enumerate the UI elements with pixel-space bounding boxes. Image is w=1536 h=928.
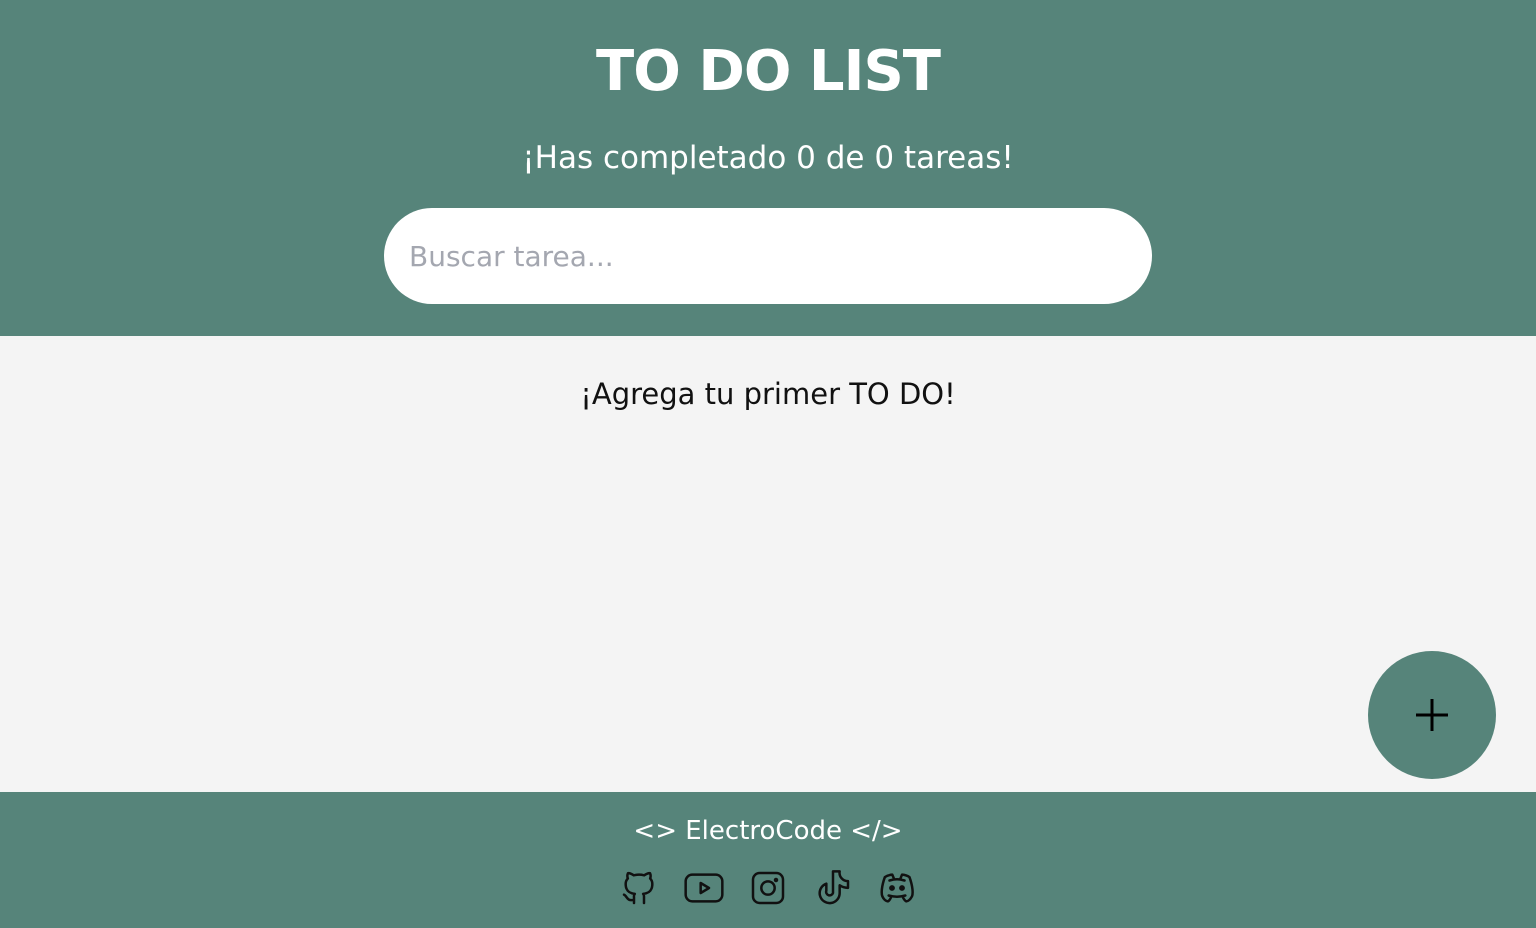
- app: TO DO LIST ¡Has completado 0 de 0 tareas…: [0, 0, 1536, 928]
- header: TO DO LIST ¡Has completado 0 de 0 tareas…: [0, 0, 1536, 336]
- social-links: [614, 866, 922, 910]
- completed-counter: ¡Has completado 0 de 0 tareas!: [522, 140, 1014, 176]
- tiktok-link[interactable]: [808, 866, 858, 910]
- discord-link[interactable]: [872, 866, 922, 910]
- youtube-link[interactable]: [679, 866, 729, 910]
- search-input[interactable]: [384, 208, 1152, 304]
- instagram-icon: [751, 871, 785, 905]
- plus-icon: [1416, 699, 1448, 731]
- youtube-icon: [683, 873, 724, 903]
- tiktok-icon: [817, 870, 849, 905]
- github-link[interactable]: [614, 866, 664, 910]
- empty-state-message: ¡Agrega tu primer TO DO!: [580, 377, 956, 411]
- github-icon: [622, 871, 654, 905]
- footer: <> ElectroCode </>: [0, 792, 1536, 928]
- page-title: TO DO LIST: [596, 39, 941, 104]
- discord-icon: [880, 873, 914, 903]
- add-todo-button[interactable]: [1368, 651, 1496, 779]
- instagram-link[interactable]: [743, 866, 793, 910]
- todo-list: ¡Agrega tu primer TO DO!: [0, 336, 1536, 792]
- brand-text: <> ElectroCode </>: [633, 816, 903, 846]
